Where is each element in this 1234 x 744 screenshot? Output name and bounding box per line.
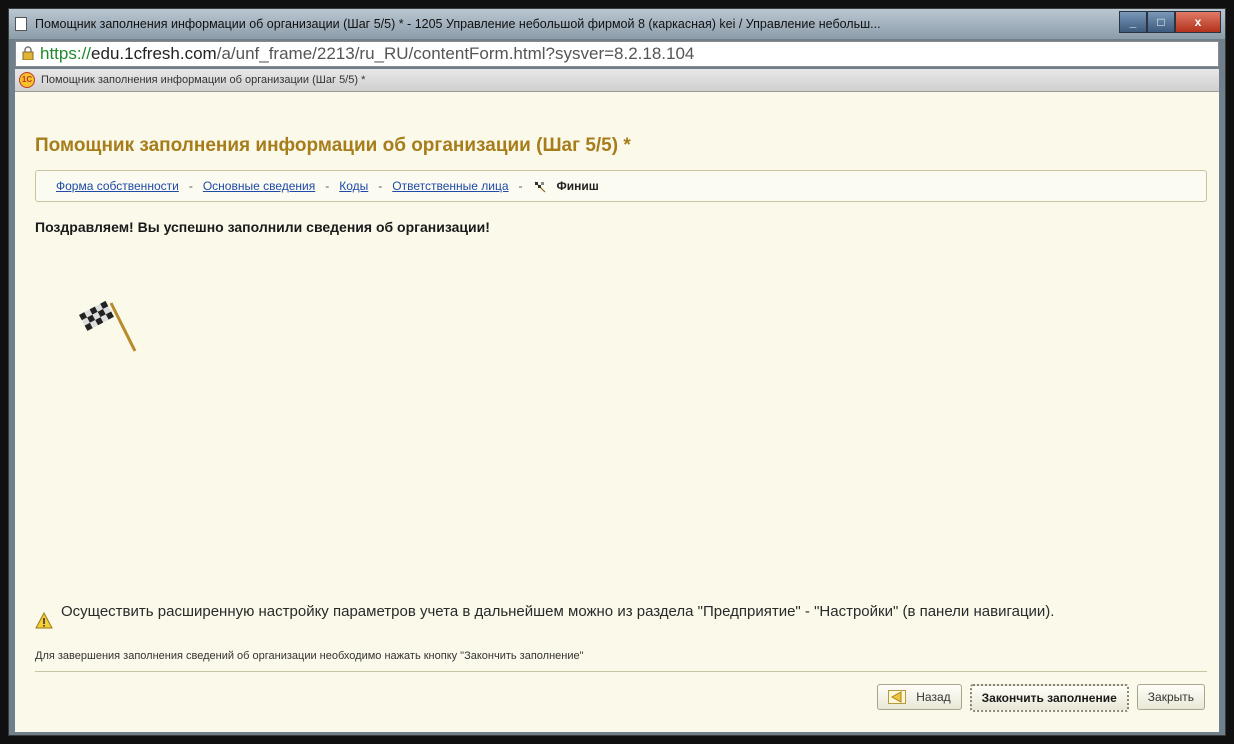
close-button-label: Закрыть: [1147, 690, 1194, 704]
step-separator: -: [378, 179, 383, 193]
notice-text: Осуществить расширенную настройку параме…: [61, 603, 1055, 620]
step-link-ownership[interactable]: Форма собственности: [56, 179, 179, 193]
minimize-button[interactable]: _: [1119, 11, 1147, 33]
step-separator: -: [518, 179, 523, 193]
back-arrow-icon: [888, 690, 907, 704]
close-window-button[interactable]: x: [1175, 11, 1221, 33]
finish-hint: Для завершения заполнения сведений об ор…: [35, 650, 584, 662]
close-button[interactable]: Закрыть: [1136, 684, 1205, 710]
url-text: https://edu.1cfresh.com/a/unf_frame/2213…: [40, 42, 694, 66]
browser-window: Помощник заполнения информации об органи…: [8, 8, 1226, 736]
window-controls: _ □ x: [1119, 11, 1221, 33]
form-content: Помощник заполнения информации об органи…: [15, 92, 1219, 732]
step-current-finish: Финиш: [556, 179, 599, 193]
divider: [35, 671, 1207, 672]
finish-button[interactable]: Закончить заполнение: [969, 684, 1129, 712]
url-host: edu.1cfresh.com: [91, 44, 217, 63]
checkered-flag-icon: [534, 181, 545, 193]
warning-icon: [35, 612, 53, 629]
url-path: /a/unf_frame/2213/ru_RU/contentForm.html…: [216, 44, 695, 63]
maximize-button[interactable]: □: [1147, 11, 1175, 33]
lock-icon: [22, 46, 34, 60]
1c-logo-icon: 1С: [19, 72, 35, 88]
form-tab-bar: 1С Помощник заполнения информации об орг…: [15, 69, 1219, 92]
url-scheme: https://: [40, 44, 92, 63]
title-bar[interactable]: Помощник заполнения информации об органи…: [9, 9, 1225, 39]
step-link-basic-info[interactable]: Основные сведения: [203, 179, 315, 193]
step-separator: -: [325, 179, 330, 193]
finish-button-label: Закончить заполнение: [981, 691, 1117, 705]
checkered-flag-icon: [79, 300, 137, 352]
window-title: Помощник заполнения информации об органи…: [35, 17, 881, 31]
back-button[interactable]: Назад: [877, 684, 962, 710]
step-link-codes[interactable]: Коды: [339, 179, 368, 193]
address-bar[interactable]: https://edu.1cfresh.com/a/unf_frame/2213…: [15, 41, 1219, 67]
step-link-responsible[interactable]: Ответственные лица: [392, 179, 508, 193]
button-bar: Назад Закончить заполнение Закрыть: [877, 684, 1205, 712]
document-icon: [15, 17, 27, 31]
success-message: Поздравляем! Вы успешно заполнили сведен…: [35, 219, 490, 235]
tab-title[interactable]: Помощник заполнения информации об органи…: [41, 69, 365, 91]
page-title: Помощник заполнения информации об органи…: [35, 135, 631, 156]
step-navigation: Форма собственности - Основные сведения - Ко…: [35, 170, 1207, 202]
back-button-label: Назад: [916, 690, 951, 704]
step-separator: -: [188, 179, 193, 193]
